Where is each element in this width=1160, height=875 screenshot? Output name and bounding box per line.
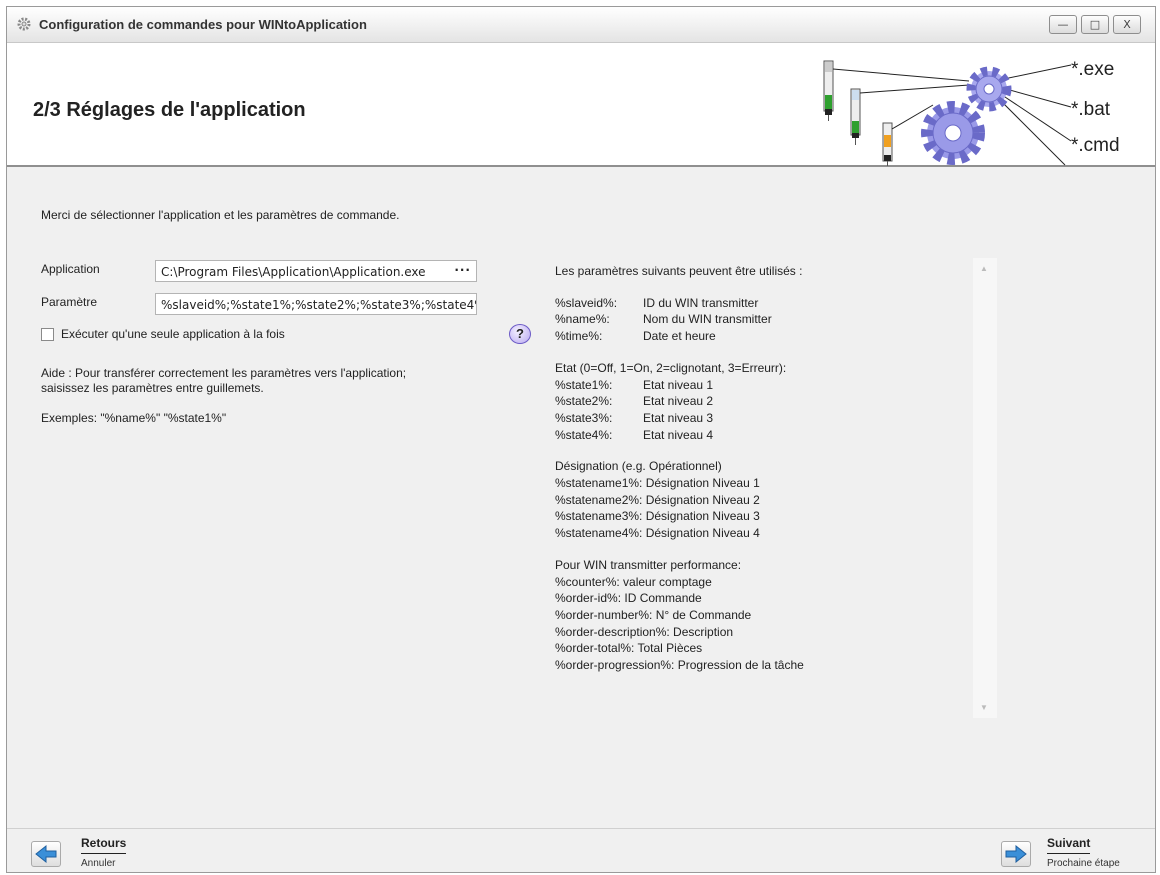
param-row: %order-total%: Total Pièces (555, 641, 703, 656)
params-scrollbar[interactable]: ▲ ▼ (973, 258, 997, 718)
minimize-icon: — (1057, 18, 1069, 31)
parameters-panel: Les paramètres suivants peuvent être uti… (555, 263, 804, 689)
file-type-more: ... (1071, 156, 1083, 167)
page-title: 2/3 Réglages de l'application (33, 99, 306, 121)
title-bar: Configuration de commandes pour WINtoApp… (7, 7, 1155, 43)
app-gear-icon (17, 17, 31, 31)
back-subtitle[interactable]: Annuler (81, 858, 115, 869)
parameter-value: %slaveid%;%state1%;%state2%;%state3%;%st… (161, 298, 477, 312)
wizard-header: 2/3 Réglages de l'application *.exe *.ba… (7, 43, 1155, 167)
maximize-icon: □ (1089, 18, 1101, 31)
scroll-down-icon[interactable]: ▼ (980, 703, 988, 712)
help-icon[interactable]: ? (509, 324, 531, 344)
maximize-button[interactable]: □ (1081, 15, 1109, 34)
parameter-input[interactable]: %slaveid%;%state1%;%state2%;%state3%;%st… (155, 293, 477, 315)
file-type-bat: *.bat (1071, 99, 1111, 120)
params-heading: Les paramètres suivants peuvent être uti… (555, 264, 803, 278)
single-app-checkbox[interactable] (41, 328, 54, 341)
param-row: %name%: Nom du WIN transmitter (555, 312, 772, 327)
wizard-footer: Retours Annuler Suivant Prochaine étape (7, 828, 1155, 872)
config-window: Configuration de commandes pour WINtoApp… (6, 6, 1156, 873)
param-row: %order-description%: Description (555, 624, 734, 639)
param-row: %state4%: Etat niveau 4 (555, 427, 714, 442)
param-row: %state3%: Etat niveau 3 (555, 410, 714, 425)
param-row: %statename2%: Désignation Niveau 2 (555, 492, 760, 507)
param-row: %order-id%: ID Commande (555, 591, 702, 606)
arrow-left-icon (35, 844, 57, 864)
signal-tower-icon (850, 88, 861, 145)
next-title[interactable]: Suivant (1047, 836, 1091, 854)
param-row: %time%: Date et heure (555, 329, 716, 344)
single-app-checkbox-label[interactable]: Exécuter qu'une seule application à la f… (61, 327, 285, 341)
file-type-exe: *.exe (1071, 59, 1114, 80)
examples-text: Exemples: "%name%" "%state1%" (41, 411, 227, 425)
window-title: Configuration de commandes pour WINtoApp… (39, 17, 367, 32)
gear-icon (966, 66, 1012, 112)
help-line: saisissez les paramètres entre guillemet… (41, 381, 264, 395)
back-button[interactable] (31, 841, 61, 867)
close-button[interactable]: X (1113, 15, 1141, 34)
file-type-cmd: *.cmd (1071, 135, 1120, 156)
help-line: Aide : Pour transférer correctement les … (41, 366, 407, 380)
param-row: %order-number%: N° de Commande (555, 607, 752, 622)
back-title[interactable]: Retours (81, 836, 127, 854)
param-row: %state2%: Etat niveau 2 (555, 394, 714, 409)
arrow-right-icon (1005, 844, 1027, 864)
browse-button[interactable]: ··· (454, 263, 471, 277)
designation-heading: Désignation (e.g. Opérationnel) (555, 459, 722, 474)
param-row: %slaveid%: ID du WIN transmitter (555, 295, 759, 310)
basic-params-list: %slaveid%: ID du WIN transmitter %name%: N… (555, 295, 804, 345)
scroll-up-icon[interactable]: ▲ (980, 264, 988, 273)
signal-tower-icon (882, 122, 893, 166)
signal-tower-icon (823, 60, 834, 121)
param-row: %statename3%: Désignation Niveau 3 (555, 509, 760, 524)
application-label: Application (41, 262, 100, 276)
performance-params-list: Pour WIN transmitter performance: %count… (555, 557, 804, 674)
performance-heading: Pour WIN transmitter performance: (555, 557, 742, 572)
next-button[interactable] (1001, 841, 1031, 867)
gear-icon (921, 101, 985, 165)
next-subtitle[interactable]: Prochaine étape (1047, 858, 1120, 869)
help-text: Aide : Pour transférer correctement les … (41, 366, 406, 396)
application-path-input[interactable]: C:\Program Files\Application\Application… (155, 260, 477, 282)
param-row: %statename1%: Désignation Niveau 1 (555, 476, 760, 491)
state-params-list: Etat (0=Off, 1=On, 2=clignotant, 3=Erreu… (555, 360, 804, 444)
intro-text: Merci de sélectionner l'application et l… (41, 208, 400, 222)
state-heading: Etat (0=Off, 1=On, 2=clignotant, 3=Erreu… (555, 360, 787, 375)
help-icon-glyph: ? (516, 326, 524, 341)
header-illustration: *.exe *.bat *.cmd ... (823, 59, 1120, 167)
designation-params-list: Désignation (e.g. Opérationnel) %statena… (555, 458, 804, 542)
wizard-content: Merci de sélectionner l'application et l… (7, 168, 1155, 828)
application-path-value: C:\Program Files\Application\Application… (161, 265, 426, 279)
parameter-label: Paramètre (41, 295, 98, 309)
param-row: %counter%: valeur comptage (555, 574, 712, 589)
minimize-button[interactable]: — (1049, 15, 1077, 34)
param-row: %statename4%: Désignation Niveau 4 (555, 526, 760, 541)
close-icon: X (1123, 18, 1131, 31)
param-row: %order-progression%: Progression de la t… (555, 658, 804, 673)
param-row: %state1%: Etat niveau 1 (555, 377, 714, 392)
